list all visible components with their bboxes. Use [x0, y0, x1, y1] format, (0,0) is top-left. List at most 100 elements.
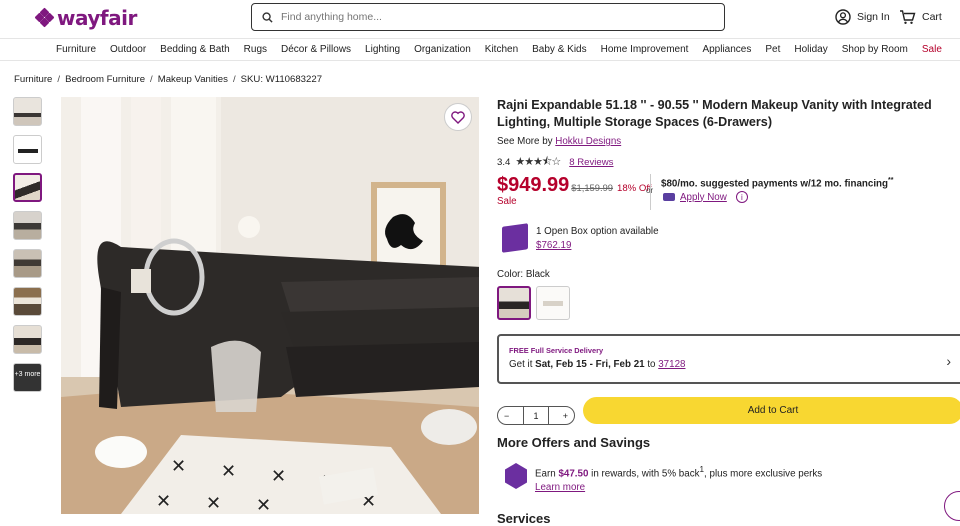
nav-kitchen[interactable]: Kitchen — [485, 44, 518, 55]
delivery-dates: Sat, Feb 15 - Fri, Feb 21 — [535, 359, 645, 370]
thumbnail[interactable] — [13, 325, 42, 354]
heart-icon — [451, 110, 465, 124]
logo-text: wayfair — [57, 6, 137, 30]
breadcrumb-separator: / — [57, 74, 61, 85]
services-heading: Services — [497, 511, 551, 526]
logo-mark-icon — [34, 7, 55, 28]
apply-now-link[interactable]: Apply Now — [680, 192, 727, 203]
zip-code-link[interactable]: 37128 — [658, 359, 685, 370]
nav-baby-kids[interactable]: Baby & Kids — [532, 44, 586, 55]
wayfair-logo[interactable]: wayfair — [34, 6, 137, 30]
rewards-offer: Earn $47.50 in rewards, with 5% back1, p… — [505, 463, 822, 495]
divider — [650, 174, 651, 210]
color-swatch-black[interactable] — [497, 286, 531, 320]
reward-suffix: in rewards, with 5% back — [591, 468, 700, 480]
thumbnail[interactable] — [13, 211, 42, 240]
nav-bedding-bath[interactable]: Bedding & Bath — [160, 44, 230, 55]
reward-amount: $47.50 — [558, 468, 589, 480]
product-main-image[interactable]: ✕ ✕ ✕ ✕ ✕ ✕ ✕ ✕ — [61, 97, 479, 514]
free-delivery-badge: FREE Full Service Delivery — [509, 346, 604, 355]
search-input[interactable] — [281, 11, 701, 23]
financing-footnote-mark: ** — [888, 177, 894, 184]
quantity-value[interactable]: 1 — [523, 406, 549, 425]
nav-holiday[interactable]: Holiday — [794, 44, 827, 55]
open-box-offer: 1 Open Box option available $762.19 — [502, 223, 659, 253]
nav-furniture[interactable]: Furniture — [56, 44, 96, 55]
nav-sale[interactable]: Sale — [922, 44, 942, 55]
more-thumbnails-button[interactable]: +3 more — [13, 363, 42, 392]
price-row: $949.99 $1,159.99 18% Off — [497, 174, 652, 197]
sign-in-button[interactable]: Sign In — [835, 9, 890, 25]
nav-lighting[interactable]: Lighting — [365, 44, 400, 55]
thumbnail[interactable] — [13, 249, 42, 278]
breadcrumb-bedroom-furniture[interactable]: Bedroom Furniture — [65, 74, 145, 85]
search-icon — [262, 11, 273, 23]
nav-home-improvement[interactable]: Home Improvement — [601, 44, 689, 55]
chat-button[interactable] — [944, 491, 960, 521]
sale-label: Sale — [497, 196, 517, 207]
cart-icon — [900, 10, 916, 24]
more-offers-heading: More Offers and Savings — [497, 435, 651, 450]
nav-rugs[interactable]: Rugs — [244, 44, 267, 55]
delivery-to: to — [647, 359, 656, 370]
chevron-right-icon: › — [946, 353, 951, 369]
thumbnail[interactable] — [13, 97, 42, 126]
quantity-stepper[interactable]: − 1 + — [497, 406, 575, 425]
brand-byline: See More by Hokku Designs — [497, 136, 960, 147]
reward-prefix: Earn — [535, 468, 556, 480]
reviews-link[interactable]: 8 Reviews — [569, 157, 613, 168]
rewards-gem-icon — [505, 463, 527, 489]
thumbnail[interactable] — [13, 287, 42, 316]
product-info: Rajni Expandable 51.18 '' - 90.55 '' Mod… — [497, 97, 960, 526]
svg-text:✕: ✕ — [206, 493, 221, 514]
delivery-estimate: Get it Sat, Feb 15 - Fri, Feb 21 to 3712… — [509, 359, 960, 370]
nav-organization[interactable]: Organization — [414, 44, 471, 55]
color-label: Color: — [497, 269, 524, 280]
apply-now-row: Apply Now i — [663, 191, 748, 203]
open-box-price-link[interactable]: $762.19 — [536, 240, 571, 251]
star-rating-icon: ★★★⯪☆ — [515, 156, 561, 168]
financing-label: $80/mo. suggested payments w/12 mo. fina… — [661, 178, 889, 190]
brand-link[interactable]: Hokku Designs — [555, 136, 621, 147]
rating-score: 3.4 — [497, 157, 511, 168]
svg-text:✕: ✕ — [171, 456, 186, 477]
credit-card-icon — [663, 193, 675, 201]
color-swatch-white[interactable] — [536, 286, 570, 320]
delivery-box[interactable]: FREE Full Service Delivery Get it Sat, F… — [497, 334, 960, 384]
breadcrumb-furniture[interactable]: Furniture — [14, 74, 52, 85]
financing-text: $80/mo. suggested payments w/12 mo. fina… — [661, 177, 893, 189]
category-nav: Furniture Outdoor Bedding & Bath Rugs Dé… — [0, 38, 960, 61]
nav-shop-by-room[interactable]: Shop by Room — [842, 44, 908, 55]
rewards-text: Earn $47.50 in rewards, with 5% back1, p… — [535, 463, 822, 495]
breadcrumb-makeup-vanities[interactable]: Makeup Vanities — [158, 74, 228, 85]
breadcrumb-separator: / — [150, 74, 153, 85]
product-title: Rajni Expandable 51.18 '' - 90.55 '' Mod… — [497, 98, 932, 129]
minus-icon[interactable]: − — [504, 411, 509, 421]
thumbnail-selected[interactable] — [13, 173, 42, 202]
nav-decor-pillows[interactable]: Décor & Pillows — [281, 44, 351, 55]
favorite-button[interactable] — [444, 103, 472, 131]
nav-appliances[interactable]: Appliances — [702, 44, 751, 55]
svg-text:✕: ✕ — [256, 495, 271, 514]
account-icon — [835, 9, 851, 25]
nav-pet[interactable]: Pet — [765, 44, 780, 55]
svg-text:✕: ✕ — [221, 461, 236, 482]
cart-button[interactable]: Cart — [899, 9, 942, 25]
learn-more-link[interactable]: Learn more — [535, 482, 585, 493]
breadcrumb-separator: / — [232, 74, 236, 85]
selected-color: Black — [525, 269, 550, 280]
delivery-prefix: Get it — [509, 359, 533, 370]
open-box-text: 1 Open Box option available $762.19 — [536, 225, 659, 253]
cart-label: Cart — [922, 11, 942, 23]
thumbnail-list: +3 more — [13, 97, 42, 401]
nav-outdoor[interactable]: Outdoor — [110, 44, 146, 55]
info-icon[interactable]: i — [735, 191, 748, 203]
add-to-cart-button[interactable]: Add to Cart — [583, 397, 960, 424]
breadcrumb: Furniture / Bedroom Furniture / Makeup Van… — [14, 74, 322, 85]
svg-text:✕: ✕ — [156, 491, 171, 512]
rating-row: 3.4 ★★★⯪☆ 8 Reviews — [497, 153, 960, 172]
plus-icon[interactable]: + — [563, 411, 568, 421]
thumbnail[interactable] — [13, 135, 42, 164]
color-selector-label: Color: Black — [497, 269, 550, 280]
search-bar[interactable] — [251, 3, 725, 31]
